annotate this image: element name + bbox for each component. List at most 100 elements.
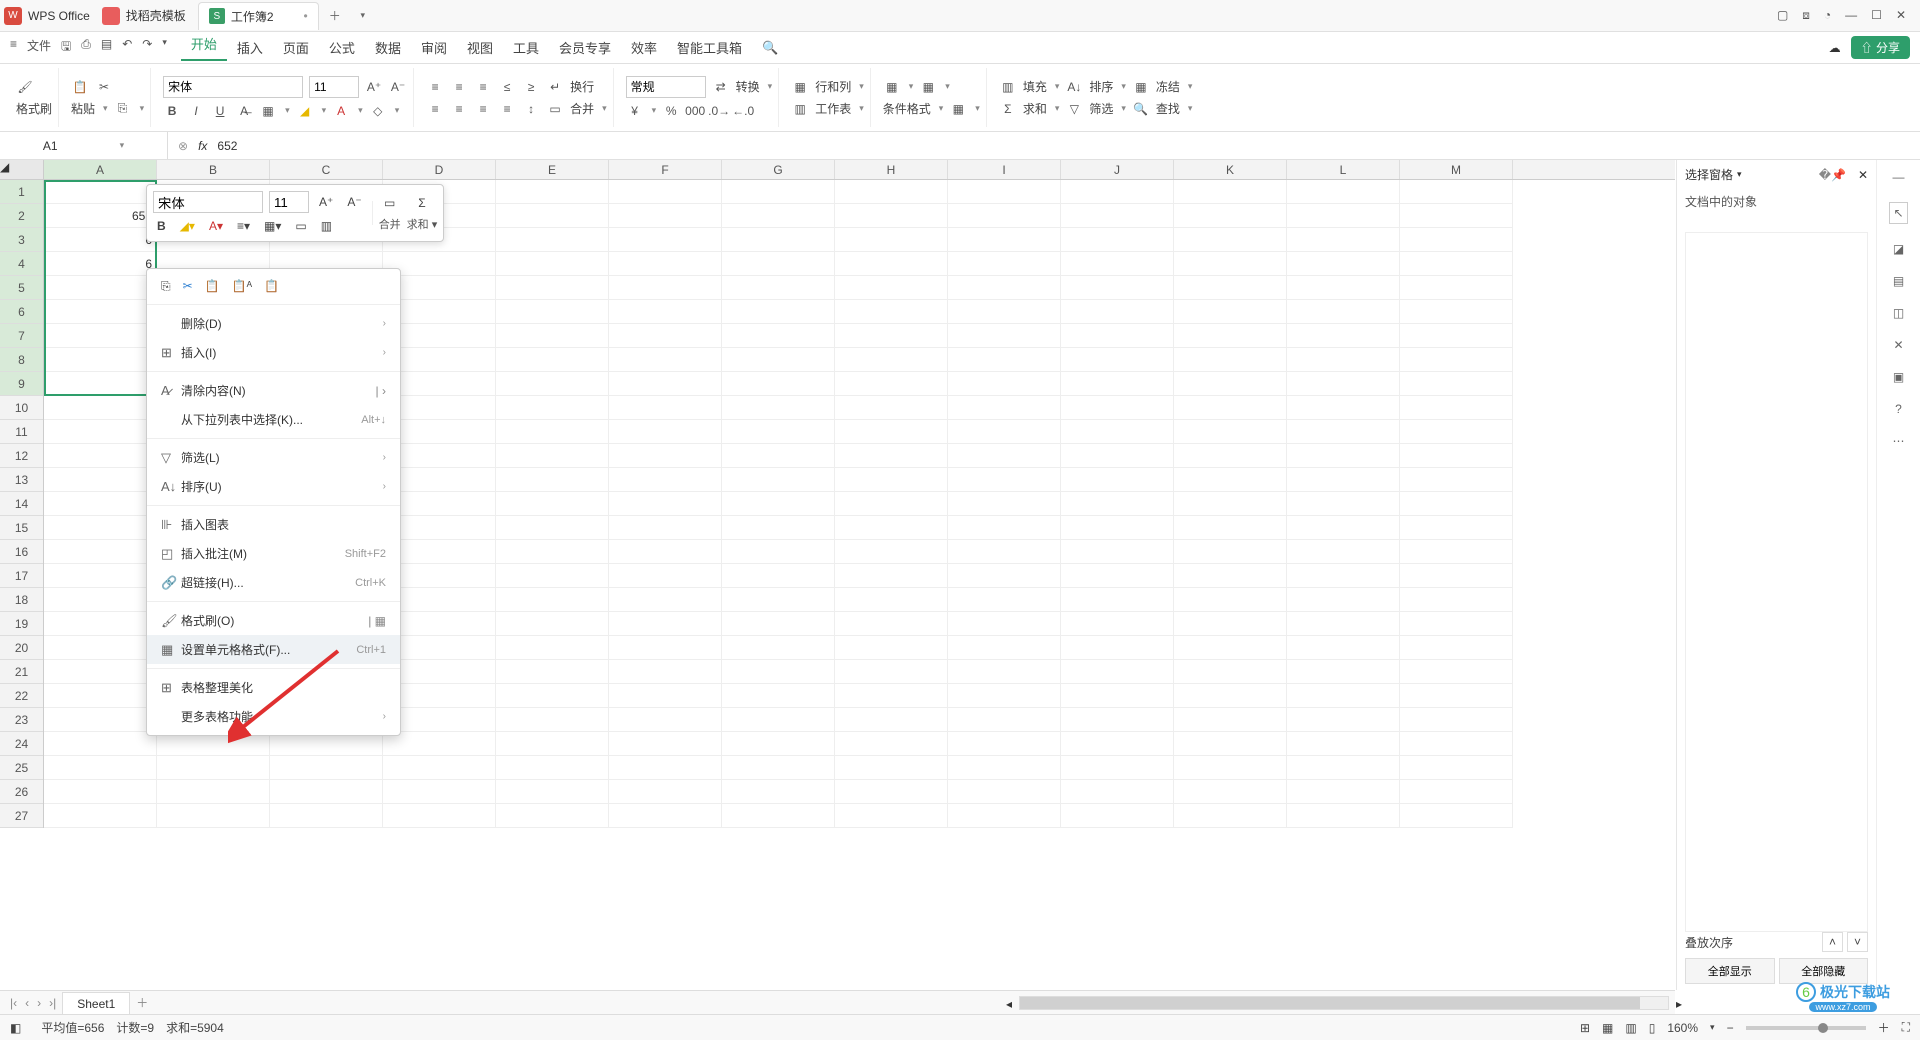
- menu-page[interactable]: 页面: [273, 38, 319, 57]
- ctx-cut-icon[interactable]: ✂: [183, 279, 193, 294]
- zoom-in-icon[interactable]: ＋: [1878, 1019, 1890, 1036]
- ctx-filter[interactable]: ▽筛选(L)›: [147, 443, 400, 472]
- cell-style-icon[interactable]: ▦: [949, 100, 967, 118]
- filter-label[interactable]: 筛选: [1089, 100, 1113, 117]
- more-icon[interactable]: ⋯: [1893, 434, 1905, 448]
- file-label[interactable]: 文件: [27, 37, 51, 58]
- number-format-select[interactable]: [626, 76, 706, 98]
- print-preview-icon[interactable]: ▤: [101, 37, 112, 58]
- next-sheet-icon[interactable]: ›: [33, 996, 45, 1010]
- mini-color-icon[interactable]: A▾: [205, 217, 227, 235]
- formula-input[interactable]: 652: [217, 139, 237, 153]
- zoom-out-icon[interactable]: −: [1727, 1021, 1734, 1035]
- freeze-icon[interactable]: ▦: [1132, 78, 1150, 96]
- ctx-copy-icon[interactable]: ⎘: [161, 279, 171, 294]
- shrink-font-icon[interactable]: A⁻: [389, 78, 407, 96]
- sum-icon[interactable]: Σ: [999, 100, 1017, 118]
- merge-label[interactable]: 合并: [570, 100, 594, 117]
- mini-merge1-icon[interactable]: ▭: [291, 217, 310, 235]
- row-9[interactable]: 9: [0, 372, 43, 396]
- font-size[interactable]: [309, 76, 359, 98]
- mini-shrink-icon[interactable]: A⁻: [343, 193, 365, 211]
- mini-border-icon[interactable]: ▦▾: [260, 217, 285, 235]
- cut-icon[interactable]: ✂: [95, 78, 113, 96]
- last-sheet-icon[interactable]: ›|: [45, 996, 60, 1010]
- ctx-paste-text-icon[interactable]: 📋ᴬ: [232, 279, 252, 294]
- align-center-icon[interactable]: ≡: [450, 100, 468, 118]
- mini-grow-icon[interactable]: A⁺: [315, 193, 337, 211]
- row-8[interactable]: 8: [0, 348, 43, 372]
- eraser-icon[interactable]: ◇: [369, 102, 387, 120]
- view-page-icon[interactable]: ▥: [1625, 1021, 1636, 1035]
- ctx-more[interactable]: 更多表格功能›: [147, 702, 400, 731]
- col-L[interactable]: L: [1287, 160, 1400, 179]
- menu-start[interactable]: 开始: [181, 34, 227, 61]
- sort-label[interactable]: 排序: [1089, 78, 1113, 95]
- cloud-icon[interactable]: ☁: [1829, 41, 1841, 55]
- rowcol-icon[interactable]: ▦: [791, 78, 809, 96]
- align-mid-icon[interactable]: ≡: [450, 78, 468, 96]
- row-5[interactable]: 5: [0, 276, 43, 300]
- row-14[interactable]: 14: [0, 492, 43, 516]
- menu-member[interactable]: 会员专享: [549, 38, 621, 57]
- view-normal-icon[interactable]: ▦: [1602, 1021, 1613, 1035]
- row-26[interactable]: 26: [0, 780, 43, 804]
- sheet-tab[interactable]: Sheet1: [62, 992, 130, 1014]
- menu-insert[interactable]: 插入: [227, 38, 273, 57]
- ctx-brush[interactable]: 🖌格式刷(O)| ▦: [147, 606, 400, 635]
- status-icon[interactable]: ◧: [10, 1021, 21, 1035]
- ctx-paste-icon[interactable]: 📋: [205, 279, 220, 294]
- border-icon[interactable]: ▦: [259, 102, 277, 120]
- quick-dropdown-icon[interactable]: ▾: [162, 37, 167, 58]
- tab-menu-button[interactable]: ▾: [349, 10, 377, 21]
- bold-icon[interactable]: B: [163, 102, 181, 120]
- fill-icon[interactable]: ▥: [999, 78, 1017, 96]
- table-style-icon[interactable]: ▦: [919, 78, 937, 96]
- align-top-icon[interactable]: ≡: [426, 78, 444, 96]
- h-scrollbar[interactable]: ◂▸: [1019, 996, 1669, 1010]
- paste-label[interactable]: 粘贴: [71, 100, 95, 117]
- paste-icon[interactable]: 📋: [71, 78, 89, 96]
- row-4[interactable]: 4: [0, 252, 43, 276]
- wrap-label[interactable]: 换行: [570, 78, 594, 95]
- menu-smarttools[interactable]: 智能工具箱: [667, 38, 752, 57]
- orientation-icon[interactable]: ↕: [522, 100, 540, 118]
- help-icon[interactable]: ?: [1895, 402, 1902, 416]
- close-pane-icon[interactable]: ✕: [1858, 168, 1868, 182]
- fill-label[interactable]: 填充: [1023, 78, 1047, 95]
- col-I[interactable]: I: [948, 160, 1061, 179]
- find-label[interactable]: 查找: [1156, 100, 1180, 117]
- convert-icon[interactable]: ⇄: [712, 78, 730, 96]
- fx-icon[interactable]: fx: [198, 139, 207, 153]
- col-B[interactable]: B: [157, 160, 270, 179]
- user-avatar[interactable]: ◔: [1824, 8, 1831, 23]
- align-justify-icon[interactable]: ≡: [498, 100, 516, 118]
- show-all-button[interactable]: 全部显示: [1685, 958, 1775, 984]
- col-E[interactable]: E: [496, 160, 609, 179]
- row-10[interactable]: 10: [0, 396, 43, 420]
- grow-font-icon[interactable]: A⁺: [365, 78, 383, 96]
- row-7[interactable]: 7: [0, 324, 43, 348]
- percent-icon[interactable]: %: [662, 102, 680, 120]
- ctx-beautify[interactable]: ⊞表格整理美化: [147, 673, 400, 702]
- ctx-clear[interactable]: A̷清除内容(N)| ›: [147, 376, 400, 405]
- row-15[interactable]: 15: [0, 516, 43, 540]
- minimize-button[interactable]: —: [1845, 8, 1857, 23]
- dec-inc-icon[interactable]: .0→: [710, 102, 728, 120]
- menu-review[interactable]: 审阅: [411, 38, 457, 57]
- object-list[interactable]: [1685, 232, 1868, 932]
- merge-icon[interactable]: ▭: [546, 100, 564, 118]
- menu-formula[interactable]: 公式: [319, 38, 365, 57]
- name-box[interactable]: A1▾: [0, 132, 168, 159]
- col-K[interactable]: K: [1174, 160, 1287, 179]
- save-icon[interactable]: 🖫: [61, 37, 71, 58]
- scroll-left-icon[interactable]: ◂: [1006, 997, 1012, 1011]
- row-12[interactable]: 12: [0, 444, 43, 468]
- ctx-dropdown[interactable]: 从下拉列表中选择(K)...Alt+↓: [147, 405, 400, 434]
- gallery-icon[interactable]: ◫: [1893, 306, 1904, 320]
- col-A[interactable]: A: [44, 160, 157, 179]
- row-24[interactable]: 24: [0, 732, 43, 756]
- wrap-icon[interactable]: ↵: [546, 78, 564, 96]
- menu-icon[interactable]: ≡: [10, 37, 17, 58]
- zoom-label[interactable]: 160%: [1667, 1021, 1698, 1035]
